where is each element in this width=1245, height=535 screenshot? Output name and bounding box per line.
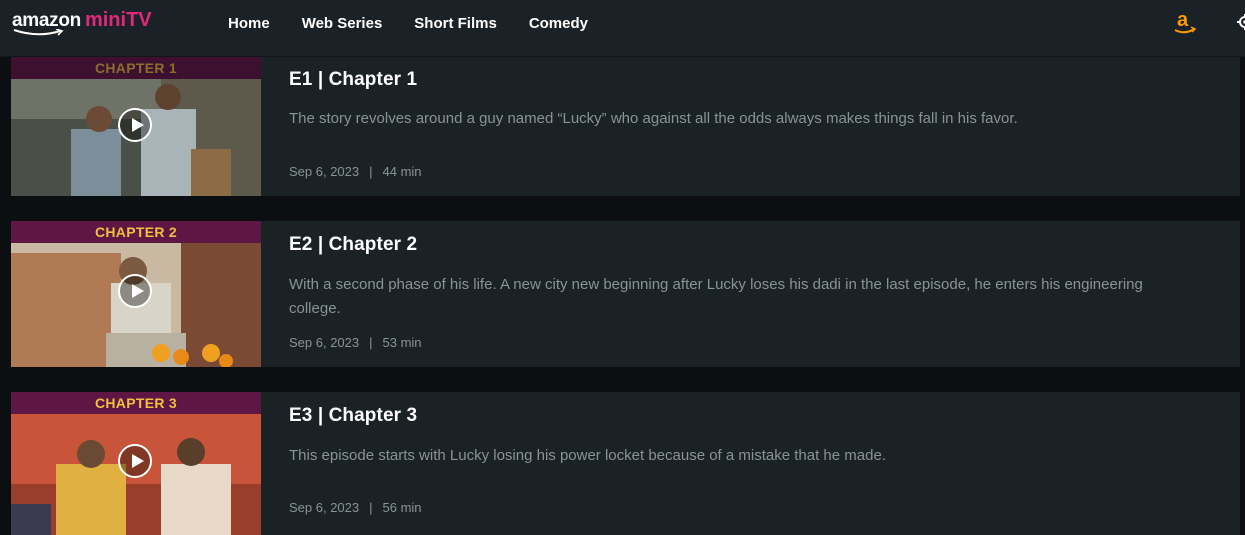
amazon-smile-icon [13,29,64,36]
nav-short-films[interactable]: Short Films [414,14,497,33]
episode-meta: Sep 6, 2023 | 56 min [289,500,422,515]
play-icon[interactable] [118,108,152,142]
nav-comedy[interactable]: Comedy [529,14,588,33]
nav-web-series[interactable]: Web Series [302,14,383,33]
episode-description: This episode starts with Lucky losing hi… [289,447,886,464]
episode-description: The story revolves around a guy named “L… [289,110,1018,127]
amazon-minitv-logo[interactable]: amazon miniTV [12,9,172,39]
episode-duration: 53 min [382,335,422,350]
gear-icon[interactable] [1236,12,1245,32]
episode-meta: Sep 6, 2023 | 44 min [289,164,422,179]
amazon-a-icon[interactable]: a [1173,9,1197,35]
main-nav: Home Web Series Short Films Comedy [228,14,620,33]
episode-info: E3 | Chapter 3 This episode starts with … [261,392,1240,535]
meta-separator: | [369,500,373,515]
episode-info: E2 | Chapter 2 With a second phase of hi… [261,221,1240,367]
svg-text:a: a [1177,9,1189,31]
episode-date: Sep 6, 2023 [289,164,360,179]
episode-duration: 44 min [382,164,422,179]
episode-duration: 56 min [382,500,422,515]
episode-card[interactable]: CHAPTER 1 E1 | Chapter 1 The story revol… [11,57,1240,196]
episode-thumbnail[interactable]: CHAPTER 3 [11,392,261,535]
chapter-banner: CHAPTER 1 [11,57,261,79]
episode-card[interactable]: CHAPTER 3 E3 | Chapter 3 This episode st… [11,392,1240,535]
meta-separator: | [369,335,373,350]
chapter-banner: CHAPTER 3 [11,392,261,414]
nav-home[interactable]: Home [228,14,270,33]
logo-amazon-text: amazon [12,10,81,31]
meta-separator: | [369,164,373,179]
episode-title[interactable]: E1 | Chapter 1 [289,69,417,91]
episode-thumbnail[interactable]: CHAPTER 2 [11,221,261,367]
episode-thumbnail[interactable]: CHAPTER 1 [11,57,261,196]
logo-minitv-text: miniTV [84,9,152,31]
episode-description: With a second phase of his life. A new c… [289,276,1143,317]
episode-info: E1 | Chapter 1 The story revolves around… [261,57,1240,196]
episode-title[interactable]: E3 | Chapter 3 [289,405,417,427]
chapter-banner: CHAPTER 2 [11,221,261,243]
play-icon[interactable] [118,274,152,308]
episode-date: Sep 6, 2023 [289,335,360,350]
episode-card[interactable]: CHAPTER 2 E2 | Chapter 2 With a second p… [11,221,1240,367]
top-navigation-bar: amazon miniTV Home Web Series Short Films… [0,0,1245,57]
episode-title[interactable]: E2 | Chapter 2 [289,234,417,256]
episode-meta: Sep 6, 2023 | 53 min [289,335,422,350]
episode-date: Sep 6, 2023 [289,500,360,515]
play-icon[interactable] [118,444,152,478]
